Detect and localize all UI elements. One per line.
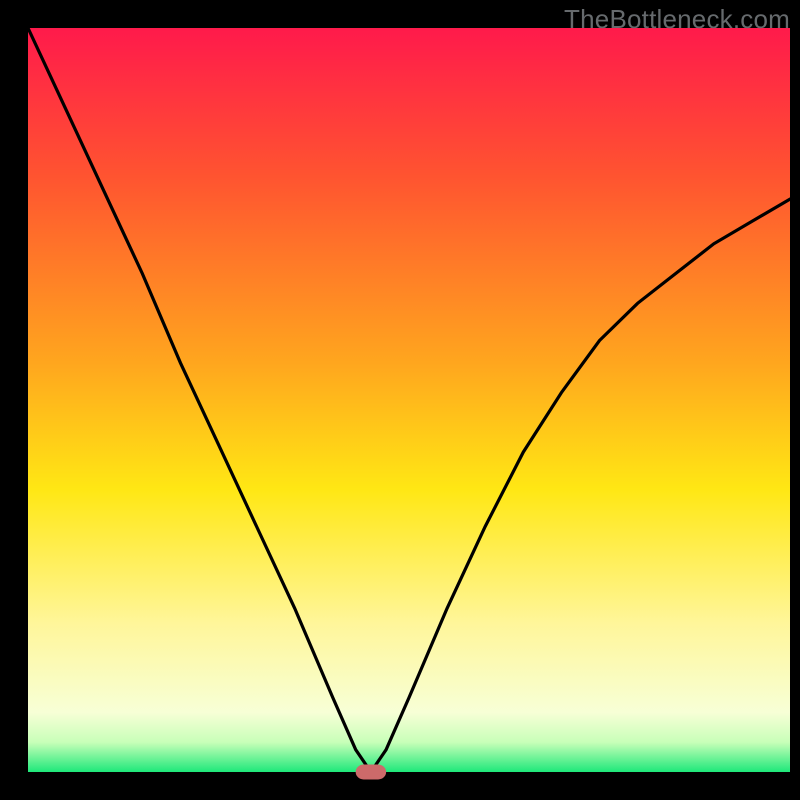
watermark-text: TheBottleneck.com (564, 4, 790, 35)
plot-background (28, 28, 790, 772)
chart-frame: TheBottleneck.com (0, 0, 800, 800)
optimum-marker (356, 765, 386, 780)
bottleneck-chart (0, 0, 800, 800)
